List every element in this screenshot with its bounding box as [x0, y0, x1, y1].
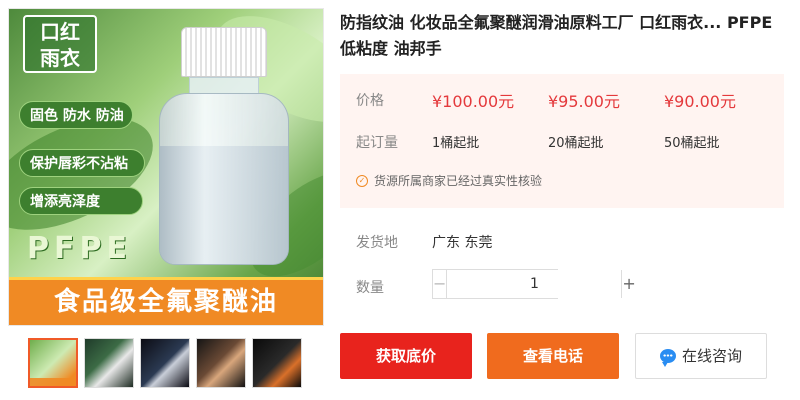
main-product-image: 口红 雨衣 固色 防水 防油 保护唇彩不沾粘 增添亮泽度 PFPE 食品级全氟聚… [8, 8, 324, 326]
verification-text: 货源所属商家已经过真实性核验 [374, 174, 543, 188]
get-lowest-price-button[interactable]: 获取底价 [340, 333, 472, 379]
chat-button-label: 在线咨询 [681, 347, 742, 365]
price-tier-1: ¥100.00元 [432, 92, 515, 111]
food-grade-banner: 食品级全氟聚醚油 [9, 277, 323, 325]
verification-note: ✓ 货源所属商家已经过真实性核验 [356, 172, 542, 189]
product-title: 防指纹油 化妆品全氟聚醚润滑油原料工厂 口红雨衣... PFPE低粘度 油邦手 [340, 13, 773, 58]
moq-tier-2: 20桶起批 [548, 136, 604, 151]
decrement-button[interactable]: − [433, 270, 448, 298]
feature-tag: 保护唇彩不沾粘 [19, 149, 145, 177]
thumbnail-1[interactable] [28, 338, 78, 388]
bottle-body [159, 93, 289, 265]
pfpe-label: PFPE [27, 231, 132, 266]
check-circle-icon: ✓ [356, 174, 368, 187]
bottle-cap [181, 27, 267, 77]
moq-tier-3: 50桶起批 [664, 136, 720, 151]
shipping-label: 发货地 [356, 235, 398, 251]
quantity-label: 数量 [356, 280, 384, 296]
price-tier-3: ¥90.00元 [664, 92, 736, 111]
quantity-stepper: − + [432, 269, 636, 299]
price-label: 价格 [356, 93, 384, 109]
feature-tag: 固色 防水 防油 [19, 101, 133, 129]
online-chat-button[interactable]: 在线咨询 [635, 333, 767, 379]
thumbnail-5[interactable] [252, 338, 302, 388]
price-box: 价格 ¥100.00元 ¥95.00元 ¥90.00元 起订量 1桶起批 20桶… [340, 74, 784, 208]
bottle-image [159, 27, 289, 265]
quantity-input[interactable] [447, 270, 622, 298]
thumbnail-3[interactable] [140, 338, 190, 388]
view-phone-button[interactable]: 查看电话 [487, 333, 619, 379]
chat-bubble-icon [659, 349, 676, 367]
moq-label: 起订量 [356, 135, 398, 151]
thumbnail-2[interactable] [84, 338, 134, 388]
feature-tag: 增添亮泽度 [19, 187, 143, 215]
thumbnail-4[interactable] [196, 338, 246, 388]
bottle-liquid [160, 146, 288, 264]
moq-tier-1: 1桶起批 [432, 136, 480, 151]
increment-button[interactable]: + [621, 270, 636, 298]
shipping-origin: 广东 东莞 [432, 235, 493, 251]
price-tier-2: ¥95.00元 [548, 92, 620, 111]
lipstick-raincoat-badge: 口红 雨衣 [23, 15, 97, 73]
